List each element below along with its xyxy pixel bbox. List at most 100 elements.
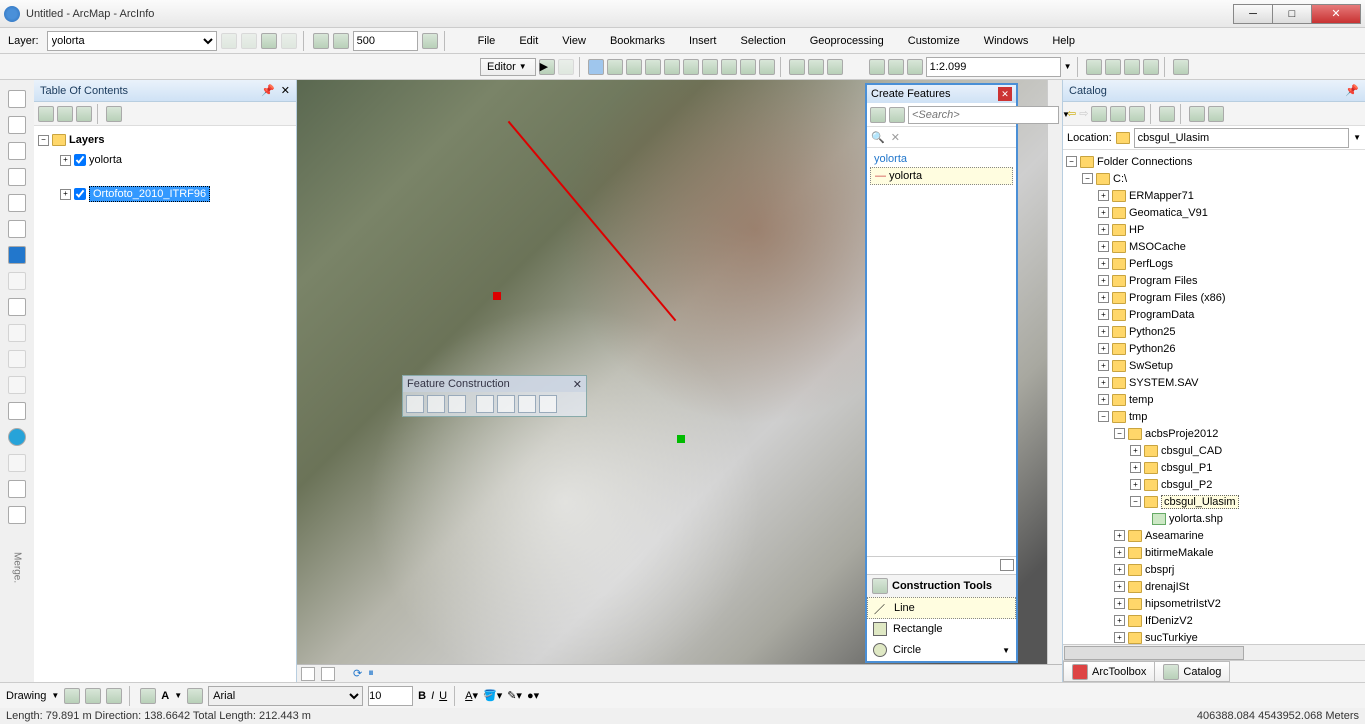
tool-icon[interactable] xyxy=(827,59,843,75)
fc-tool-icon[interactable] xyxy=(476,395,494,413)
minimize-button[interactable]: ─ xyxy=(1233,4,1273,24)
font-select[interactable]: Arial xyxy=(208,686,363,706)
editor-dropdown[interactable]: Editor▼ xyxy=(480,58,536,76)
tool-circle[interactable]: Circle▼ xyxy=(867,640,1016,661)
fill-color-icon[interactable]: 🪣▾ xyxy=(483,689,502,702)
data-view-icon[interactable] xyxy=(301,667,315,681)
underline-button[interactable]: U xyxy=(439,690,447,702)
tool-icon[interactable] xyxy=(221,33,237,49)
tool-icon[interactable] xyxy=(664,59,680,75)
tool-icon[interactable] xyxy=(558,59,574,75)
catalog-folder[interactable]: +sucTurkiye xyxy=(1066,629,1362,644)
catalog-folder[interactable]: +ProgramData xyxy=(1066,306,1362,323)
home-icon[interactable] xyxy=(1110,106,1126,122)
tool-icon[interactable] xyxy=(721,59,737,75)
tool-icon[interactable] xyxy=(1124,59,1140,75)
catalog-h-scrollbar[interactable] xyxy=(1063,644,1365,660)
save-icon[interactable] xyxy=(869,59,885,75)
tool-icon[interactable] xyxy=(702,59,718,75)
catalog-folder[interactable]: +temp xyxy=(1066,391,1362,408)
list-by-visibility-icon[interactable] xyxy=(76,106,92,122)
tool-icon[interactable] xyxy=(1129,106,1145,122)
map-vertical-scrollbar[interactable] xyxy=(1047,80,1062,664)
fc-tool-icon[interactable] xyxy=(406,395,424,413)
tool-icon[interactable] xyxy=(8,324,26,342)
tool-icon[interactable] xyxy=(626,59,642,75)
maximize-button[interactable]: □ xyxy=(1272,4,1312,24)
tool-icon[interactable] xyxy=(261,33,277,49)
pointer-icon[interactable] xyxy=(64,688,80,704)
fc-tool-icon[interactable] xyxy=(497,395,515,413)
search-icon[interactable]: 🔍 xyxy=(871,131,885,144)
catalog-folder[interactable]: +drenajISt xyxy=(1066,578,1362,595)
line-tool-icon[interactable] xyxy=(588,59,604,75)
forward-icon[interactable]: ⇨ xyxy=(1079,107,1088,120)
tool-icon[interactable] xyxy=(759,59,775,75)
font-color-icon[interactable]: A▾ xyxy=(465,689,478,702)
panel-options-icon[interactable] xyxy=(1000,559,1014,571)
up-icon[interactable] xyxy=(1091,106,1107,122)
tool-icon[interactable] xyxy=(1173,59,1189,75)
zoom-in-icon[interactable] xyxy=(8,90,26,108)
catalog-folder[interactable]: +Program Files (x86) xyxy=(1066,289,1362,306)
list-by-source-icon[interactable] xyxy=(57,106,73,122)
text-icon[interactable] xyxy=(187,688,203,704)
menu-help[interactable]: Help xyxy=(1042,31,1085,51)
menu-bookmarks[interactable]: Bookmarks xyxy=(600,31,675,51)
fc-tool-icon[interactable] xyxy=(448,395,466,413)
catalog-tree[interactable]: −Folder Connections −C:\ +ERMapper71+Geo… xyxy=(1063,150,1365,644)
options-icon[interactable] xyxy=(106,106,122,122)
catalog-folder[interactable]: +PerfLogs xyxy=(1066,255,1362,272)
tool-icon[interactable] xyxy=(1143,59,1159,75)
back-icon[interactable] xyxy=(8,246,26,264)
refresh-icon[interactable]: ⟳ xyxy=(353,667,362,680)
catalog-folder[interactable]: +Python25 xyxy=(1066,323,1362,340)
clear-icon[interactable]: ✕ xyxy=(891,131,900,144)
tool-icon[interactable] xyxy=(607,59,623,75)
catalog-folder[interactable]: +hipsometriIstV2 xyxy=(1066,595,1362,612)
globe-icon[interactable] xyxy=(8,168,26,186)
pan-icon[interactable] xyxy=(8,142,26,160)
tool-icon[interactable] xyxy=(241,33,257,49)
catalog-folder[interactable]: +SwSetup xyxy=(1066,357,1362,374)
tool-icon[interactable] xyxy=(8,350,26,368)
fullextent-icon[interactable] xyxy=(8,220,26,238)
catalog-folder[interactable]: +Python26 xyxy=(1066,340,1362,357)
fc-undo-icon[interactable] xyxy=(539,395,557,413)
measure-icon[interactable] xyxy=(8,480,26,498)
menu-windows[interactable]: Windows xyxy=(974,31,1039,51)
tool-icon[interactable] xyxy=(645,59,661,75)
pin-icon[interactable]: 📌 xyxy=(1345,84,1359,97)
tool-icon[interactable] xyxy=(8,376,26,394)
menu-selection[interactable]: Selection xyxy=(730,31,795,51)
map-scale-input[interactable] xyxy=(926,57,1061,77)
filter-icon[interactable] xyxy=(889,107,905,123)
menu-insert[interactable]: Insert xyxy=(679,31,727,51)
layout-view-icon[interactable] xyxy=(321,667,335,681)
close-panel-icon[interactable]: ✕ xyxy=(281,84,290,97)
catalog-folder[interactable]: +Aseamarine xyxy=(1066,527,1362,544)
close-button[interactable]: ✕ xyxy=(1311,4,1361,24)
pause-icon[interactable]: ⏸ xyxy=(368,667,374,680)
marker-color-icon[interactable]: ●▾ xyxy=(527,689,539,702)
identify-icon[interactable] xyxy=(8,428,26,446)
play-icon[interactable]: ▶ xyxy=(539,59,555,75)
feature-search-input[interactable] xyxy=(908,106,1059,124)
tool-icon[interactable] xyxy=(808,59,824,75)
tool-icon[interactable] xyxy=(333,33,349,49)
pointer-icon[interactable] xyxy=(8,402,26,420)
layer-select[interactable]: yolorta xyxy=(47,31,217,51)
line-color-icon[interactable]: ✎▾ xyxy=(507,689,522,702)
find-icon[interactable] xyxy=(8,506,26,524)
tool-icon[interactable] xyxy=(313,33,329,49)
template-item[interactable]: — yolorta xyxy=(870,167,1013,185)
stepper-icon[interactable] xyxy=(422,33,438,49)
view-icon[interactable] xyxy=(1159,106,1175,122)
tool-line[interactable]: ／Line xyxy=(867,597,1016,619)
catalog-folder[interactable]: +SYSTEM.SAV xyxy=(1066,374,1362,391)
forward-icon[interactable] xyxy=(8,272,26,290)
layer-visibility-checkbox[interactable] xyxy=(74,188,86,200)
menu-file[interactable]: File xyxy=(468,31,506,51)
tool-icon[interactable] xyxy=(740,59,756,75)
location-input[interactable] xyxy=(1134,128,1349,148)
